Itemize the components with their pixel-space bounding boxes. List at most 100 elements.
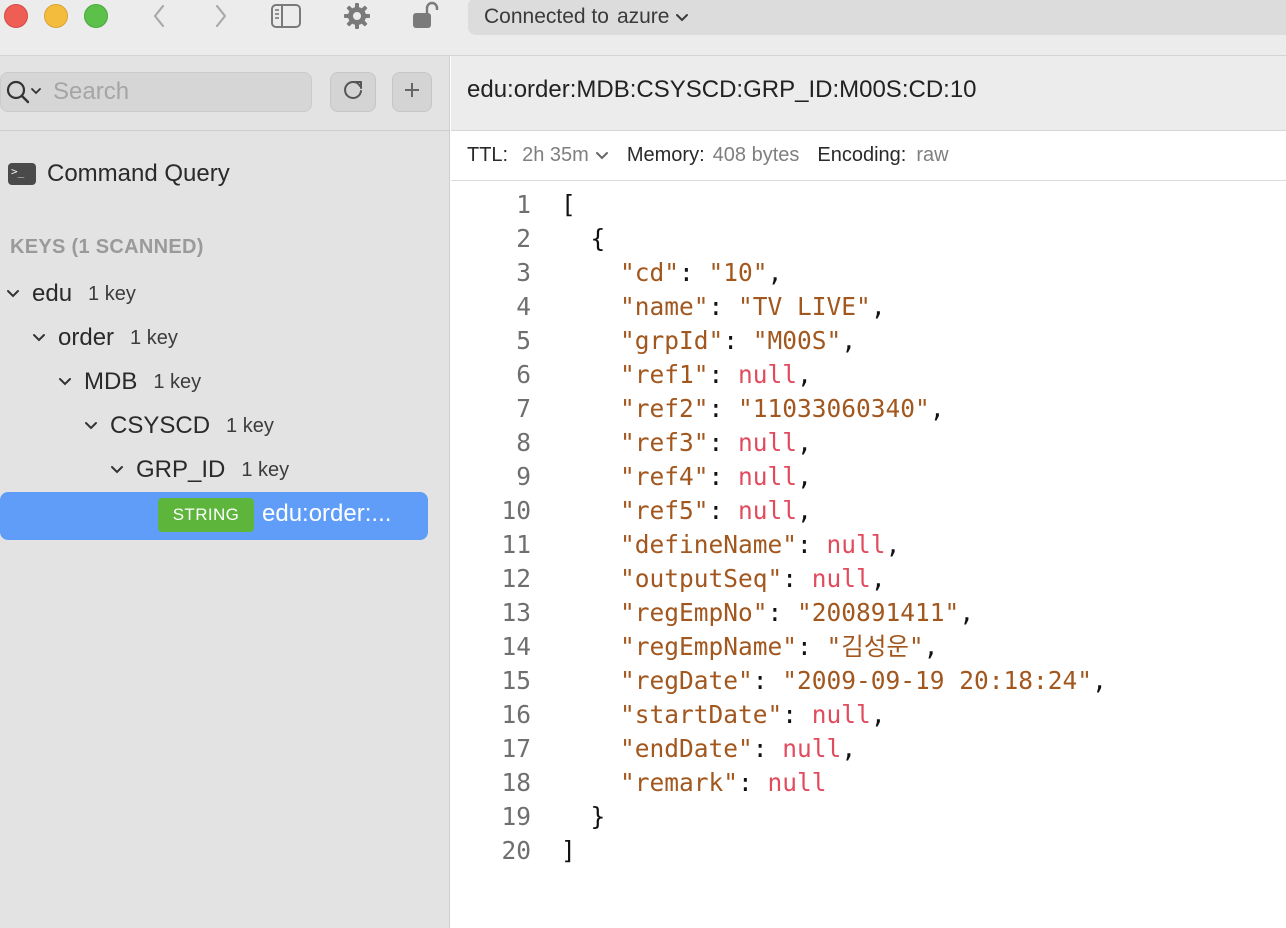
json-null: null (811, 564, 871, 593)
json-key: "ref1" (620, 360, 709, 389)
json-null: null (738, 496, 798, 525)
tree-node-edu[interactable]: edu 1 key (6, 277, 136, 311)
tree-node-label: GRP_ID (136, 456, 226, 483)
tree-node-mdb[interactable]: MDB 1 key (58, 365, 201, 399)
code-source: "defineName": null, (531, 528, 900, 562)
code-line: 20] (451, 834, 1286, 868)
json-colon: : (708, 360, 739, 389)
refresh-button[interactable] (330, 72, 376, 112)
close-window-button[interactable] (4, 4, 28, 28)
json-key: "outputSeq" (620, 564, 783, 593)
line-number: 6 (516, 360, 531, 389)
minimize-window-button[interactable] (44, 4, 68, 28)
chevron-down-icon[interactable] (595, 144, 609, 167)
connection-name: azure (616, 4, 670, 28)
maximize-window-button[interactable] (84, 4, 108, 28)
json-colon: : (708, 462, 739, 491)
tree-node-label: order (58, 324, 115, 351)
unlock-icon[interactable] (410, 0, 440, 32)
tree-node-count: 1 key (130, 326, 178, 349)
line-number: 19 (501, 802, 531, 831)
ttl-label: TTL: (467, 144, 509, 166)
json-null: null (826, 530, 886, 559)
code-line: 14 "regEmpName": "김성운", (451, 630, 1286, 664)
line-number: 10 (501, 496, 531, 525)
sidebar-toggle-icon[interactable] (270, 0, 302, 32)
code-line: 5 "grpId": "M00S", (451, 324, 1286, 358)
json-colon: : (738, 768, 768, 797)
json-value-viewer[interactable]: 1[2 {3 "cd": "10", 4 "name": "TV LIVE", 5 … (451, 188, 1286, 868)
connection-label: Connected to (484, 4, 609, 28)
ttl-value[interactable]: 2h 35m (522, 144, 589, 167)
json-null: null (782, 734, 842, 763)
tree-node-label: CSYSCD (110, 412, 211, 439)
chevron-down-icon[interactable] (84, 421, 98, 431)
chevron-down-icon[interactable] (32, 333, 46, 343)
line-number: 7 (516, 394, 531, 423)
json-null: null (811, 700, 871, 729)
code-source: "grpId": "M00S", (531, 324, 856, 358)
tree-node-csyscd[interactable]: CSYSCD 1 key (84, 409, 274, 443)
json-colon: : (723, 326, 753, 355)
json-key: "ref2" (620, 394, 709, 423)
json-colon: : (767, 598, 798, 627)
selected-key-label[interactable]: edu:order:... (262, 500, 391, 528)
code-line: 11 "defineName": null, (451, 528, 1286, 562)
line-number: 16 (501, 700, 531, 729)
chevron-down-icon[interactable] (6, 289, 20, 299)
chevron-down-icon[interactable] (58, 377, 72, 387)
json-colon: : (708, 394, 739, 423)
memory-label: Memory: (626, 144, 705, 166)
json-punctuation: { (590, 224, 606, 253)
json-key: "name" (620, 292, 709, 321)
code-source: "endDate": null, (531, 732, 856, 766)
connection-selector[interactable]: Connected to azure (468, 0, 1286, 35)
ttl-group[interactable]: TTL: 2h 35m (467, 144, 609, 167)
back-icon[interactable] (148, 0, 170, 32)
code-line: 13 "regEmpNo": "200891411", (451, 596, 1286, 630)
search-box[interactable] (0, 72, 312, 112)
json-comma: , (870, 700, 886, 729)
chevron-down-icon[interactable] (110, 465, 124, 475)
line-number: 1 (516, 190, 531, 219)
add-key-button[interactable] (392, 72, 432, 112)
tree-node-label: MDB (84, 368, 138, 395)
search-input[interactable] (53, 78, 293, 106)
tree-node-count: 1 key (88, 282, 136, 305)
code-source: "cd": "10", (531, 256, 782, 290)
line-number: 18 (501, 768, 531, 797)
code-source: "outputSeq": null, (531, 562, 886, 596)
json-colon: : (797, 632, 827, 661)
tree-node-order[interactable]: order 1 key (32, 321, 178, 355)
json-string: "200891411" (797, 598, 960, 627)
code-source: "regEmpName": "김성운", (531, 630, 938, 664)
line-number: 14 (501, 632, 531, 661)
json-key: "regDate" (620, 666, 753, 695)
code-source: "ref2": "11033060340", (531, 392, 945, 426)
json-colon: : (782, 564, 812, 593)
json-colon: : (752, 734, 783, 763)
code-line: 15 "regDate": "2009-09-19 20:18:24", (451, 664, 1286, 698)
code-source: [ (531, 188, 576, 222)
memory-value: 408 bytes (712, 144, 800, 166)
json-key: "cd" (620, 258, 680, 287)
json-punctuation: [ (561, 190, 576, 219)
gear-icon[interactable] (342, 0, 372, 32)
json-key: "endDate" (620, 734, 753, 763)
code-line: 9 "ref4": null, (451, 460, 1286, 494)
line-number: 4 (516, 292, 531, 321)
command-query-item[interactable]: >_ Command Query (8, 160, 230, 188)
json-comma: , (885, 530, 901, 559)
line-number: 9 (516, 462, 531, 491)
forward-icon[interactable] (210, 0, 232, 32)
json-key: "grpId" (620, 326, 724, 355)
tree-node-grp-id[interactable]: GRP_ID 1 key (110, 453, 289, 487)
line-number: 17 (501, 734, 531, 763)
code-source: "regDate": "2009-09-19 20:18:24", (531, 664, 1107, 698)
line-number: 5 (516, 326, 531, 355)
key-meta-bar: TTL: 2h 35m Memory: 408 bytes Encoding: … (451, 131, 1286, 181)
json-null: null (738, 462, 798, 491)
json-string: "2009-09-19 20:18:24" (782, 666, 1093, 695)
search-icon[interactable] (5, 79, 45, 105)
json-comma: , (797, 496, 812, 525)
